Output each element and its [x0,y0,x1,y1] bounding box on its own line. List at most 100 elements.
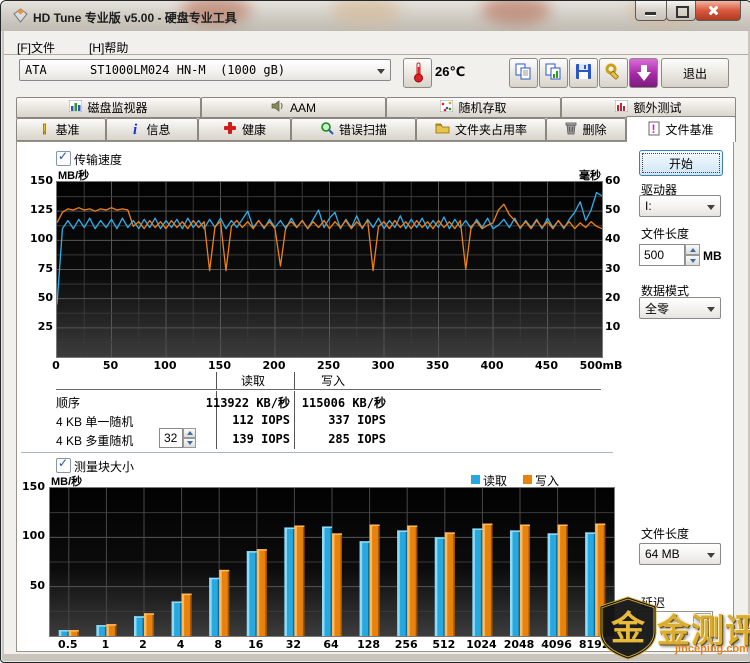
chevron-down-icon [707,553,715,558]
tab-aam[interactable]: AAM [201,97,386,118]
single-random-read-value: 112 IOPS [201,413,290,427]
minimize-button[interactable] [635,1,667,21]
mb-unit-label: MB [703,249,722,263]
axis-tick-label: 200 [252,359,296,372]
tab-erase[interactable]: 删除 [546,118,626,141]
file-length-label: 文件长度 [641,225,689,242]
row-sequential-label: 顺序 [56,394,80,411]
menu-item-help[interactable]: [H]帮助 [85,37,132,58]
svg-text:金: 金 [610,609,646,649]
info-icon: i [133,121,141,139]
speaker-icon [271,100,285,115]
axis-tick-label: 250 [307,359,351,372]
legend-read-swatch [471,475,480,484]
chart-bars-icon [69,100,82,115]
axis-tick-label: 0 [34,359,78,372]
tab-health[interactable]: 健康 [198,118,291,141]
file-length2-combo[interactable]: 64 MB [639,543,721,565]
drive-combo[interactable]: I: [639,195,721,217]
copy-image-icon [545,63,562,84]
app-window: HD Tune 专业版 v5.00 - 硬盘专业工具 [F]文件 [H]帮助 A… [0,0,750,663]
svg-text:!: ! [42,121,47,136]
title-bar[interactable]: HD Tune 专业版 v5.00 - 硬盘专业工具 [1,1,750,31]
update-button[interactable] [629,58,658,88]
svg-text:i: i [133,122,138,136]
axis-tick-label: 300 [361,359,405,372]
y-left-axis-title: MB/秒 [58,167,89,183]
legend-write-label: 写入 [535,472,559,489]
app-icon [13,8,28,26]
axis-tick-label: 350 [416,359,460,372]
transfer-speed-label: 传输速度 [74,151,122,168]
data-mode-combo[interactable]: 全零 [639,297,721,319]
chevron-down-icon [377,69,385,74]
axis-tick-label: 125 [23,203,53,216]
chevron-down-icon [707,205,715,210]
axis-tick-label: 400 [470,359,514,372]
row-single-random-label: 4 KB 单一随机 [56,413,133,430]
transfer-speed-chart [56,181,603,358]
y-right-axis-title: 毫秒 [567,167,601,183]
save-button[interactable] [569,58,598,88]
tab-random-access[interactable]: 随机存取 [386,97,561,118]
row-multi-random-label: 4 KB 多重随机 [56,432,133,449]
extra-chart-icon [615,100,628,115]
temperature-label: 26℃ [435,64,465,80]
axis-tick-label: 150 [15,480,45,493]
drive-select[interactable]: ATA ST1000LM024 HN-M (1000 gB) [19,59,391,81]
copy-image-button[interactable] [539,58,568,88]
axis-tick-label: 100 [143,359,187,372]
axis-tick-label: 450 [525,359,569,372]
spin-down-button[interactable] [183,438,196,448]
spin-down-button[interactable] [685,255,700,266]
trash-icon [565,121,577,138]
sequential-read-value: 113922 KB/秒 [201,394,290,411]
svg-text:!: ! [652,122,656,136]
sequential-write-value: 115006 KB/秒 [298,394,386,411]
file-length-spinner[interactable]: 500 [639,244,700,266]
transfer-speed-checkbox[interactable]: ✓ [56,151,71,166]
axis-tick-label: 150 [198,359,242,372]
axis-tick-label: 10 [605,320,633,333]
exclamation-yellow-icon: ! [42,121,50,139]
table-header-rule [56,389,601,391]
watermark-shield-icon: 金 [597,596,659,660]
tab-extra-tests[interactable]: 额外测试 [561,97,736,118]
tab-benchmark[interactable]: ! 基准 [16,118,106,141]
options-button[interactable] [599,58,628,88]
file-length2-label: 文件长度 [641,525,689,542]
close-button[interactable] [695,1,741,21]
axis-tick-label: 20 [605,291,633,304]
spin-up-button[interactable] [685,244,700,255]
tab-file-benchmark[interactable]: ! 文件基准 [626,116,736,142]
multi-random-read-value: 139 IOPS [201,432,290,446]
legend-write-swatch [523,475,532,484]
multi-random-spinner[interactable]: 32 [159,428,196,448]
maximize-button[interactable] [666,1,696,21]
multi-random-write-value: 285 IOPS [298,432,386,446]
thermometer-button[interactable] [403,58,432,88]
axis-tick-label: 50 [605,203,633,216]
copy-text-button[interactable] [509,58,538,88]
tab-disk-monitor[interactable]: 磁盘监视器 [16,97,201,118]
axis-tick-label: 50 [23,291,53,304]
table-divider [294,372,295,449]
block-size-checkbox[interactable]: ✓ [56,458,71,473]
window-title: HD Tune 专业版 v5.00 - 硬盘专业工具 [33,9,237,26]
copy-icon [515,63,532,84]
axis-tick-label: 500mB [579,359,623,372]
axis-tick-label: 100 [15,529,45,542]
bar-y-axis-title: MB/秒 [51,473,82,489]
magnifier-icon [320,121,334,138]
axis-tick-label: 100 [23,232,53,245]
start-button[interactable]: 开始 [639,150,723,176]
health-cross-icon [223,121,237,138]
tab-info[interactable]: i 信息 [106,118,198,141]
tab-folder-usage[interactable]: 文件夹占用率 [416,118,546,141]
save-icon [575,63,592,83]
tab-error-scan[interactable]: 错误扫描 [291,118,416,141]
spin-up-button[interactable] [183,428,196,438]
legend-read-label: 读取 [483,472,507,489]
exit-button[interactable]: 退出 [661,58,729,88]
menu-item-file[interactable]: [F]文件 [13,37,59,58]
